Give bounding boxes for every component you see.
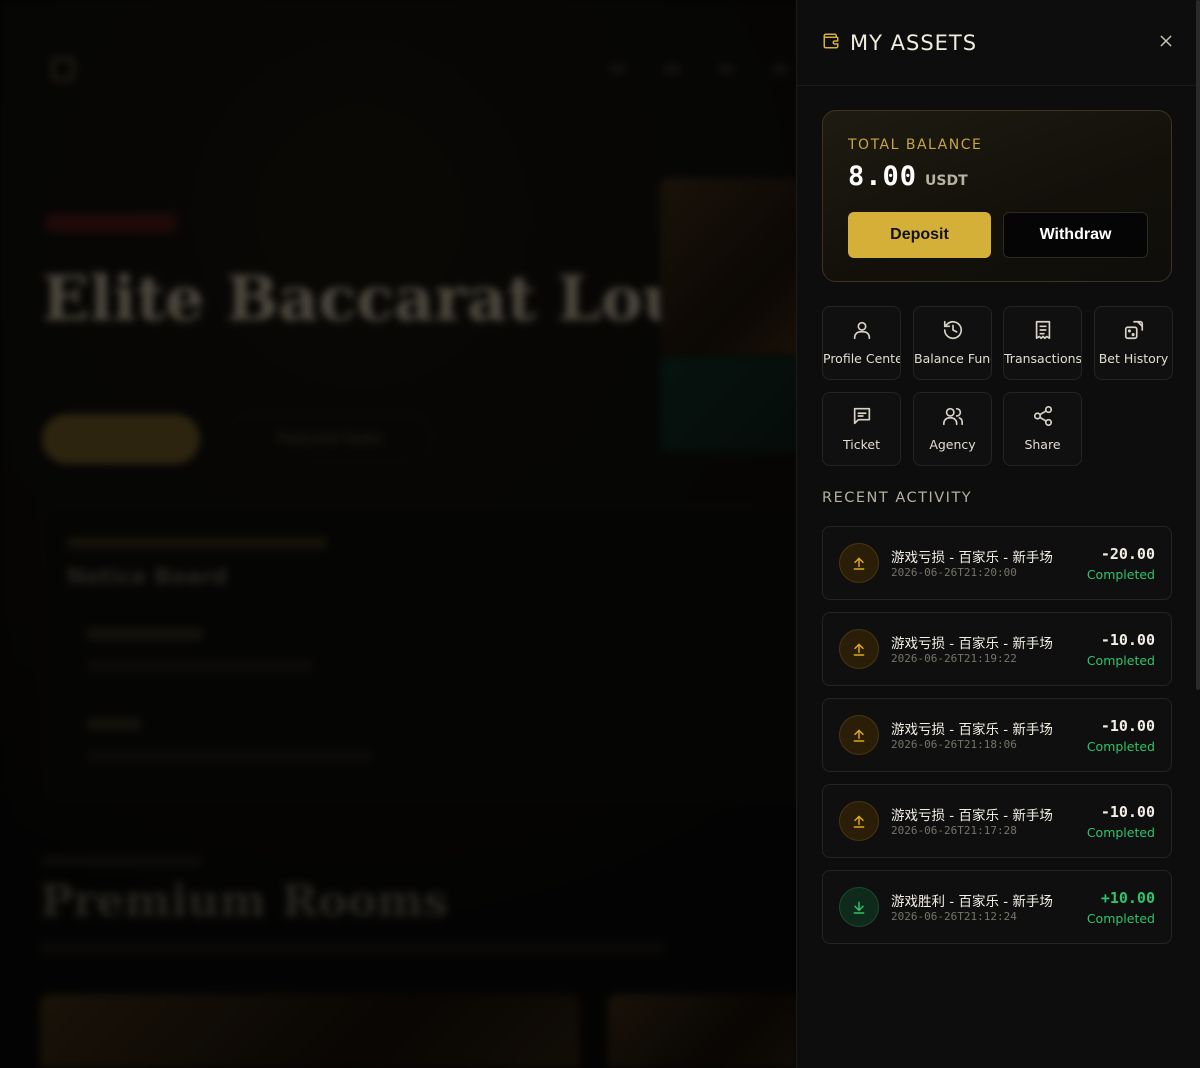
balance-unit: USDT — [925, 173, 968, 189]
users-icon — [942, 405, 964, 431]
activity-time: 2026-06-26T21:18:06 — [891, 738, 1017, 751]
share-icon — [1032, 405, 1054, 431]
drawer-header: MY ASSETS — [797, 0, 1200, 86]
activity-time: 2026-06-26T21:19:22 — [891, 652, 1017, 665]
activity-status: Completed — [1086, 567, 1155, 582]
activity-status: Completed — [1086, 911, 1155, 926]
history-icon — [942, 319, 964, 345]
menu-label: Balance Funds — [914, 351, 991, 366]
menu-label: Profile Center — [823, 351, 901, 366]
activity-item[interactable]: 游戏亏损 - 百家乐 - 新手场 2026-06-26T21:20:00 -20… — [822, 526, 1172, 600]
activity-amount: -20.00 — [1100, 545, 1155, 563]
activity-amount: -10.00 — [1100, 631, 1155, 649]
drawer-title: MY ASSETS — [850, 30, 978, 55]
assets-drawer: MY ASSETS TOTAL BALANCE 8.00 USDT Deposi… — [796, 0, 1200, 1068]
activity-title: 游戏亏损 - 百家乐 - 新手场 — [891, 550, 1053, 566]
activity-status: Completed — [1086, 739, 1155, 754]
menu-transactions[interactable]: Transactions — [1003, 306, 1082, 380]
menu-label: Agency — [929, 437, 976, 452]
activity-amount: +10.00 — [1100, 889, 1155, 907]
withdraw-arrow-icon — [839, 543, 879, 583]
activity-amount: -10.00 — [1100, 803, 1155, 821]
menu-profile-center[interactable]: Profile Center — [822, 306, 901, 380]
activity-time: 2026-06-26T21:20:00 — [891, 566, 1017, 579]
balance-label: TOTAL BALANCE — [848, 137, 983, 153]
menu-label: Bet History — [1098, 351, 1169, 366]
deposit-button[interactable]: Deposit — [848, 212, 991, 258]
receipt-icon — [1032, 319, 1054, 345]
activity-item[interactable]: 游戏亏损 - 百家乐 - 新手场 2026-06-26T21:17:28 -10… — [822, 784, 1172, 858]
wallet-icon — [822, 32, 840, 54]
withdraw-arrow-icon — [839, 801, 879, 841]
activity-status: Completed — [1086, 653, 1155, 668]
menu-label: Share — [1024, 437, 1061, 452]
menu-label: Transactions — [1004, 351, 1082, 366]
close-icon — [1158, 33, 1174, 53]
user-icon — [851, 319, 873, 345]
activity-title: 游戏亏损 - 百家乐 - 新手场 — [891, 722, 1053, 738]
close-button[interactable] — [1156, 33, 1176, 53]
menu-label: Ticket — [843, 437, 880, 452]
activity-title: 游戏胜利 - 百家乐 - 新手场 — [891, 894, 1053, 910]
activity-title: 游戏亏损 - 百家乐 - 新手场 — [891, 636, 1053, 652]
activity-status: Completed — [1086, 825, 1155, 840]
activity-amount: -10.00 — [1100, 717, 1155, 735]
menu-agency[interactable]: Agency — [913, 392, 992, 466]
recent-activity-heading: RECENT ACTIVITY — [822, 490, 973, 506]
deposit-arrow-icon — [839, 887, 879, 927]
activity-time: 2026-06-26T21:17:28 — [891, 824, 1017, 837]
withdraw-button[interactable]: Withdraw — [1003, 212, 1148, 258]
drawer-scrollbar[interactable] — [1196, 0, 1200, 690]
withdraw-arrow-icon — [839, 629, 879, 669]
menu-balance-funds[interactable]: Balance Funds — [913, 306, 992, 380]
balance-amount: 8.00 — [848, 161, 918, 192]
message-icon — [851, 405, 873, 431]
menu-bet-history[interactable]: Bet History — [1094, 306, 1173, 380]
balance-card: TOTAL BALANCE 8.00 USDT Deposit Withdraw — [822, 110, 1172, 282]
activity-item[interactable]: 游戏胜利 - 百家乐 - 新手场 2026-06-26T21:12:24 +10… — [822, 870, 1172, 944]
menu-ticket[interactable]: Ticket — [822, 392, 901, 466]
withdraw-arrow-icon — [839, 715, 879, 755]
activity-item[interactable]: 游戏亏损 - 百家乐 - 新手场 2026-06-26T21:19:22 -10… — [822, 612, 1172, 686]
menu-share[interactable]: Share — [1003, 392, 1082, 466]
activity-item[interactable]: 游戏亏损 - 百家乐 - 新手场 2026-06-26T21:18:06 -10… — [822, 698, 1172, 772]
dice-icon — [1123, 319, 1145, 345]
activity-title: 游戏亏损 - 百家乐 - 新手场 — [891, 808, 1053, 824]
activity-time: 2026-06-26T21:12:24 — [891, 910, 1017, 923]
